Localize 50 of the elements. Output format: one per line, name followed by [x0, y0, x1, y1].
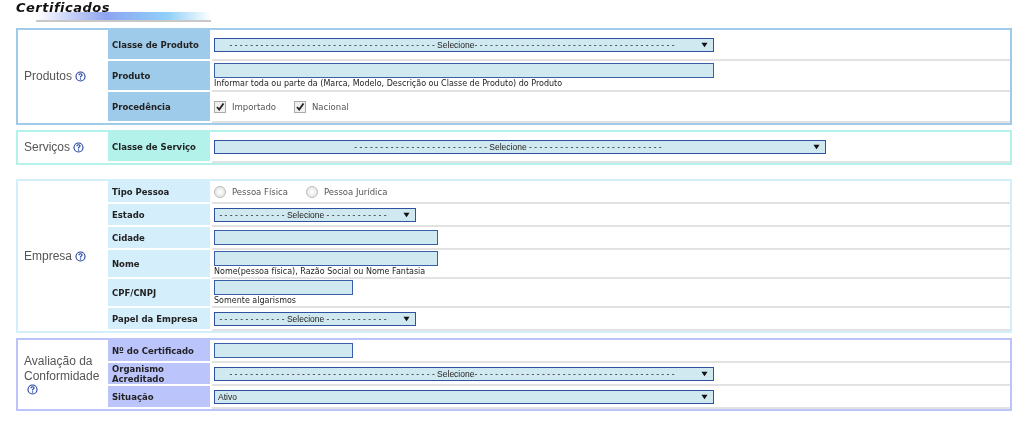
dropdown[interactable]: - - - - - - - - - - - - - - - - - - - - - - - - - - - - - - - - - - - - - - - - Selecione- - - - - - - - - - - - - - - - - - - - - - - - - - - - - - - - - - - - - - -	[214, 37, 714, 52]
caret-icon	[403, 211, 410, 218]
option-label: Pessoa Física	[232, 186, 288, 197]
option-label: Nacional	[312, 101, 349, 112]
field-label: Produto	[108, 61, 212, 92]
field-label: CPF/CNPJ	[108, 279, 212, 308]
help-icon[interactable]	[73, 142, 84, 153]
field-label: Estado	[108, 204, 212, 227]
field-label: Classe de Serviço	[108, 132, 212, 163]
field-label: Cidade	[108, 227, 212, 250]
field-label: Papel da Empresa	[108, 308, 212, 331]
checkbox[interactable]	[214, 100, 226, 113]
caret-icon	[701, 393, 708, 400]
dropdown[interactable]: - - - - - - - - - - - - - - - - - - - - - - - - - - Selecione - - - - - - - - - - - - - - - - - - - - - - - - - -	[214, 139, 826, 154]
field-hint: Somente algarismos	[214, 296, 297, 305]
help-icon[interactable]	[75, 71, 87, 82]
field-label: Nº do Certificado	[108, 340, 212, 363]
help-icon[interactable]	[27, 384, 38, 395]
section-title: Empresa	[24, 248, 73, 264]
input-field[interactable]	[214, 280, 353, 295]
field-hint: Informar toda ou parte da (Marca, Modelo, Descrição ou Classe de Produto) do Produto	[214, 79, 564, 88]
checkbox[interactable]	[294, 100, 306, 113]
caret-icon	[701, 41, 708, 48]
caret-icon	[403, 315, 410, 322]
radio-button[interactable]	[305, 185, 318, 198]
option-label: Pessoa Jurídica	[323, 186, 388, 197]
input-field[interactable]	[214, 251, 438, 266]
field-label: Nome	[108, 250, 212, 279]
dropdown[interactable]: - - - - - - - - - - - - - - - - - - - - - - - - - - - - - - - - - - - - - - - - Selecione- - - - - - - - - - - - - - - - - - - - - - - - - - - - - - - - - - - - - - -	[214, 366, 714, 381]
field-label: Tipo Pessoa	[108, 181, 212, 204]
field-label: Classe de Produto	[108, 30, 212, 61]
caret-icon	[813, 143, 820, 150]
input-field[interactable]	[214, 343, 353, 358]
field-label: Procedência	[108, 92, 212, 123]
radio-button[interactable]	[214, 185, 226, 198]
section-title: Serviços	[24, 140, 70, 155]
section-title: Produtos	[24, 69, 73, 84]
dropdown[interactable]: Ativo	[214, 389, 714, 404]
dropdown[interactable]: - - - - - - - - - - - - - Selecione - - - - - - - - - - - -	[214, 207, 416, 222]
page-title: Certificados	[16, 0, 110, 15]
option-label: Importado	[232, 101, 276, 112]
field-hint: Nome(pessoa física), Razão Social ou Nome Fantasia	[214, 267, 427, 276]
field-label: Organismo Acreditado	[108, 363, 212, 386]
caret-icon	[701, 370, 708, 377]
help-icon[interactable]	[75, 250, 87, 262]
input-field[interactable]	[214, 230, 438, 245]
section-title: Avaliação da Conformidade	[24, 354, 101, 384]
input-field[interactable]	[214, 63, 714, 78]
field-label: Situação	[108, 386, 212, 409]
dropdown[interactable]: - - - - - - - - - - - - - Selecione - - - - - - - - - - - -	[214, 311, 416, 326]
